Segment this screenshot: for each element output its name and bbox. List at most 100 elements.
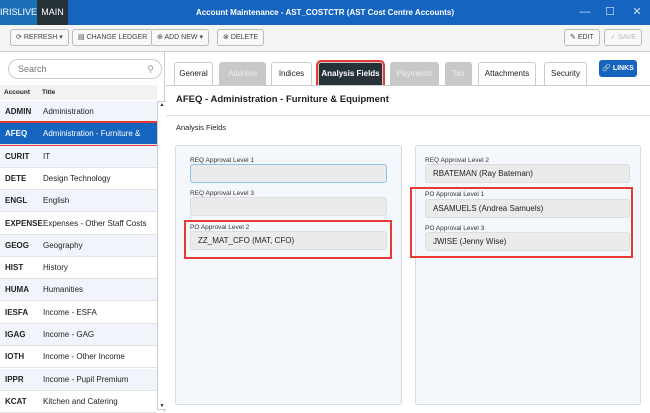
search-placeholder: Search xyxy=(18,64,47,74)
list-item[interactable]: HIST History xyxy=(0,257,157,280)
po-approval-level-3-label: PO Approval Level 3 xyxy=(425,225,485,232)
account-title: Humanities xyxy=(43,285,84,295)
list-item[interactable]: ADMIN Administration xyxy=(0,101,157,123)
save-label: SAVE xyxy=(617,34,636,41)
list-item[interactable]: IOTH Income - Other Income xyxy=(0,346,157,369)
tab-main[interactable]: MAIN xyxy=(37,0,68,25)
tab-indices[interactable]: Indices xyxy=(271,62,312,85)
req-approval-level-1-label: REQ Approval Level 1 xyxy=(190,157,254,164)
delete-icon: ⊗ xyxy=(223,34,231,41)
list-item[interactable]: AFEQ Administration - Furniture & xyxy=(0,121,159,148)
account-title: IT xyxy=(43,151,51,161)
account-title: Income - ESFA xyxy=(43,307,97,317)
account-title: Administration - Furniture & xyxy=(43,129,141,139)
account-code: CURIT xyxy=(5,151,30,161)
delete-button[interactable]: ⊗ DELETE xyxy=(217,29,265,46)
po-approval-level-1-label: PO Approval Level 1 xyxy=(425,191,485,198)
tab-analysis-fields[interactable]: Analysis Fields xyxy=(316,60,385,87)
req-approval-level-3-label: REQ Approval Level 3 xyxy=(190,190,254,197)
account-title: Administration xyxy=(43,107,94,116)
tab-security[interactable]: Security xyxy=(544,62,587,85)
add-new-label: ADD NEW xyxy=(164,34,198,41)
refresh-icon: ⟳ xyxy=(16,34,24,41)
account-title: Income - Other Income xyxy=(43,352,125,362)
account-code: IESFA xyxy=(5,307,29,317)
req-approval-level-3-field[interactable] xyxy=(190,197,387,216)
list-item[interactable]: IPPR Income - Pupil Premium xyxy=(0,368,157,391)
column-title[interactable]: Title xyxy=(42,85,55,100)
tab-tax[interactable]: Tax xyxy=(445,62,472,85)
edit-button[interactable]: ✎ EDIT xyxy=(564,29,600,46)
title-bar: IRISLIVE MAIN Account Maintenance - AST_… xyxy=(0,0,650,25)
po-approval-level-2-field[interactable]: ZZ_MAT_CFO (MAT, CFO) xyxy=(190,231,387,250)
po-approval-level-2-label: PO Approval Level 2 xyxy=(190,224,250,231)
account-title: Kitchen and Catering xyxy=(43,396,118,406)
tab-attachments[interactable]: Attachments xyxy=(478,62,536,85)
account-code: ENGL xyxy=(5,196,28,206)
list-header: Account Title xyxy=(0,85,157,100)
account-code: IPPR xyxy=(5,374,24,384)
scroll-down-icon[interactable]: ▼ xyxy=(158,403,166,409)
po-approval-level-1-field[interactable]: ASAMUELS (Andrea Samuels) xyxy=(425,199,630,218)
account-code: IOTH xyxy=(5,352,25,362)
list-item[interactable]: GEOG Geography xyxy=(0,234,157,257)
account-title: English xyxy=(43,196,70,206)
list-item[interactable]: IESFA Income - ESFA xyxy=(0,301,157,324)
change-ledger-button[interactable]: ▤ CHANGE LEDGER xyxy=(72,29,154,46)
record-heading: AFEQ - Administration - Furniture & Equi… xyxy=(176,94,389,105)
search-icon: ⚲ xyxy=(147,64,154,74)
account-code: HUMA xyxy=(5,285,29,295)
account-list-panel: Search ⚲ Account Title ADMIN Administratio… xyxy=(0,52,167,413)
link-icon: 🔗 xyxy=(602,65,613,72)
tab-address[interactable]: Address xyxy=(219,62,266,85)
change-ledger-label: CHANGE LEDGER xyxy=(86,34,148,41)
list-item[interactable]: EXPENSE Expenses - Other Staff Costs xyxy=(0,212,157,235)
links-label: LINKS xyxy=(612,65,634,72)
account-title: Design Technology xyxy=(43,173,111,183)
account-code: ADMIN xyxy=(5,107,32,116)
edit-icon: ✎ xyxy=(570,34,578,41)
req-approval-level-1-field[interactable] xyxy=(190,164,387,183)
list-item[interactable]: DETE Design Technology xyxy=(0,167,157,190)
links-button[interactable]: 🔗 LINKS xyxy=(599,60,637,77)
account-code: GEOG xyxy=(5,240,30,250)
window-title: Account Maintenance - AST_COSTCTR (AST C… xyxy=(195,8,455,17)
account-title: Income - Pupil Premium xyxy=(43,374,129,384)
ledger-icon: ▤ xyxy=(78,34,87,41)
list-item[interactable]: ENGL English xyxy=(0,190,157,213)
list-item[interactable]: CURIT IT xyxy=(0,145,157,168)
list-item[interactable]: IGAG Income - GAG xyxy=(0,324,157,346)
add-new-button[interactable]: ⊕ ADD NEW ▾ xyxy=(151,29,209,46)
tab-payments[interactable]: Payments xyxy=(390,62,439,85)
save-icon: ✓ xyxy=(610,34,618,41)
toolbar: ⟳ REFRESH ▾ ▤ CHANGE LEDGER ⊕ ADD NEW ▾ … xyxy=(0,25,650,52)
account-code: EXPENSE xyxy=(5,218,43,228)
account-title: Expenses - Other Staff Costs xyxy=(43,218,147,228)
divider xyxy=(166,115,650,116)
save-button[interactable]: ✓ SAVE xyxy=(604,29,642,46)
column-account[interactable]: Account xyxy=(4,85,30,100)
delete-label: DELETE xyxy=(230,34,259,41)
po-approval-level-3-field[interactable]: JWISE (Jenny Wise) xyxy=(425,232,630,251)
req-approval-level-2-label: REQ Approval Level 2 xyxy=(425,157,489,164)
analysis-box-left xyxy=(175,145,402,405)
account-code: DETE xyxy=(5,173,27,183)
minimize-button[interactable]: — xyxy=(575,0,595,25)
scroll-up-icon[interactable]: ▲ xyxy=(158,102,166,108)
refresh-button[interactable]: ⟳ REFRESH ▾ xyxy=(10,29,69,46)
maximize-button[interactable]: ☐ xyxy=(600,0,620,25)
account-code: IGAG xyxy=(5,330,26,339)
list-item[interactable]: KCAT Kitchen and Catering xyxy=(0,390,157,413)
refresh-label: REFRESH xyxy=(23,34,58,41)
tab-general[interactable]: General xyxy=(174,62,213,85)
tab-irislive[interactable]: IRISLIVE xyxy=(0,0,37,25)
edit-label: EDIT xyxy=(577,34,594,41)
search-input[interactable]: Search ⚲ xyxy=(8,59,162,79)
list-item[interactable]: HUMA Humanities xyxy=(0,279,157,302)
account-code: AFEQ xyxy=(5,129,28,139)
account-code: KCAT xyxy=(5,396,27,406)
req-approval-level-2-field[interactable]: RBATEMAN (Ray Bateman) xyxy=(425,164,630,183)
account-title: Income - GAG xyxy=(43,330,95,339)
account-title: Geography xyxy=(43,240,83,250)
close-button[interactable]: ✕ xyxy=(627,0,647,25)
